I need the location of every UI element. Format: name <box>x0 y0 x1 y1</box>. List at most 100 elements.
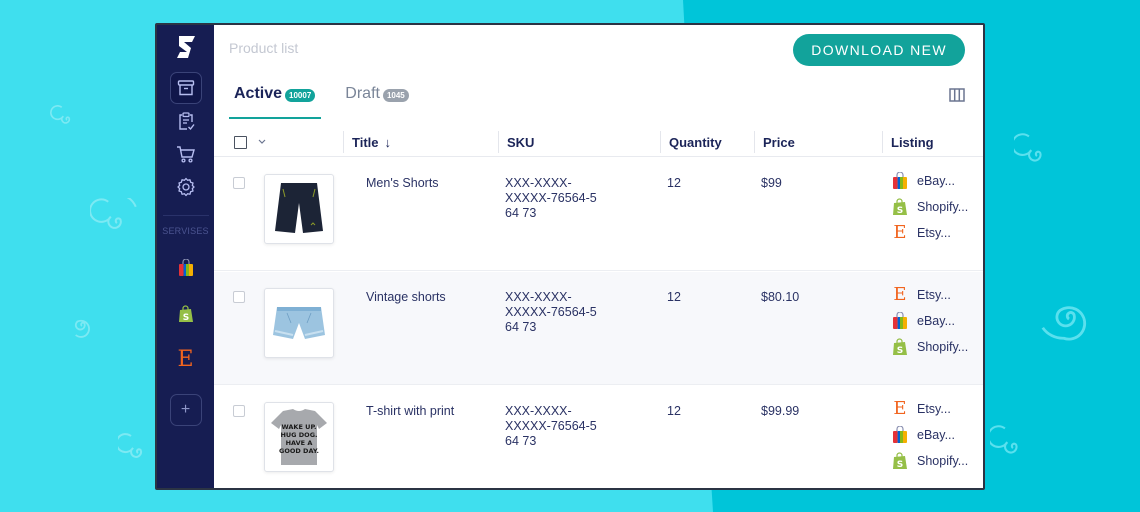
etsy-icon: E <box>893 284 907 305</box>
select-all-checkbox[interactable] <box>234 135 247 149</box>
sku-line: XXX-XXXX- <box>505 290 572 304</box>
listing-etsy[interactable]: E Etsy... <box>891 396 968 422</box>
cart-icon <box>176 146 195 163</box>
tab-draft[interactable]: Draft 1045 <box>343 85 410 119</box>
table-row[interactable]: WAKE UP. HUG DOG. HAVE A GOOD DAY. T-shi… <box>214 386 983 488</box>
etsy-icon: E <box>177 347 194 372</box>
listing-label: Shopify... <box>917 454 969 468</box>
tshirt-print-line: HUG DOG. <box>280 431 317 439</box>
column-label: Title <box>352 134 379 150</box>
count-badge: 10007 <box>285 89 316 102</box>
column-header-quantity[interactable]: Quantity <box>660 131 722 153</box>
svg-text:S: S <box>897 460 903 470</box>
count-badge: 1045 <box>382 89 409 102</box>
download-new-button[interactable]: DOWNLOAD NEW <box>793 34 965 66</box>
product-quantity: 12 <box>667 176 681 190</box>
listing-label: eBay... <box>917 314 955 328</box>
ebay-bag-icon <box>893 426 907 443</box>
sku-line: XXX-XXXX- <box>505 404 572 418</box>
tab-active[interactable]: Active 10007 <box>228 85 322 119</box>
sku-line: XXXXX-76564-5 <box>505 305 597 319</box>
service-ebay[interactable] <box>174 256 198 280</box>
product-quantity: 12 <box>667 290 681 304</box>
table-row[interactable]: Men's Shorts XXX-XXXX- XXXXX-76564-5 64 … <box>214 158 983 271</box>
listing-ebay[interactable]: eBay... <box>891 168 968 194</box>
listing-list: eBay... S Shopify... E Etsy... <box>891 168 968 246</box>
columns-icon[interactable] <box>949 88 965 102</box>
sidebar-item-orders[interactable] <box>170 105 202 137</box>
product-title[interactable]: Vintage shorts <box>366 290 446 305</box>
svg-text:S: S <box>897 206 903 216</box>
sidebar-item-products[interactable] <box>169 72 202 104</box>
sidebar: SERVISES S E + <box>157 25 214 488</box>
column-header-listing[interactable]: Listing <box>882 131 934 153</box>
service-shopify[interactable]: S <box>174 302 198 326</box>
swirl-decoration-icon <box>990 424 1036 472</box>
listing-list: E Etsy... eBay... S Shopify... <box>891 282 968 360</box>
product-price: $80.10 <box>761 290 800 304</box>
table-row[interactable]: Vintage shorts XXX-XXXX- XXXXX-76564-5 6… <box>214 272 983 385</box>
row-checkbox[interactable] <box>233 405 245 417</box>
main-content: Product list DOWNLOAD NEW Active 10007 D… <box>214 25 983 488</box>
product-image-gray-tshirt[interactable]: WAKE UP. HUG DOG. HAVE A GOOD DAY. <box>264 402 334 472</box>
service-etsy[interactable]: E <box>174 348 198 372</box>
add-service-button[interactable]: + <box>169 394 202 426</box>
sidebar-item-settings[interactable] <box>170 171 202 203</box>
clipboard-check-icon <box>178 112 195 131</box>
column-label: SKU <box>507 134 535 150</box>
select-all[interactable] <box>226 131 267 153</box>
listing-label: Etsy... <box>917 402 951 416</box>
swirl-decoration-icon <box>118 433 158 473</box>
tshirt-print-line: WAKE UP. <box>282 423 317 431</box>
listing-etsy[interactable]: E Etsy... <box>891 282 968 308</box>
product-image-black-shorts[interactable] <box>264 174 334 244</box>
table-header: Title ↓ SKU Quantity Price Listing <box>214 125 983 157</box>
sort-arrow-icon: ↓ <box>384 134 392 150</box>
page-title: Product list <box>229 40 299 56</box>
chevron-down-icon[interactable] <box>257 138 267 146</box>
sku-line: 64 73 <box>505 206 537 220</box>
listing-ebay[interactable]: eBay... <box>891 308 968 334</box>
column-header-price[interactable]: Price <box>754 131 795 153</box>
product-title[interactable]: Men's Shorts <box>366 176 439 191</box>
ebay-bag-icon <box>893 172 907 189</box>
listing-ebay[interactable]: eBay... <box>891 422 968 448</box>
gear-icon <box>176 177 195 197</box>
tab-label: Draft <box>345 85 380 102</box>
svg-text:S: S <box>182 313 188 323</box>
listing-shopify[interactable]: S Shopify... <box>891 448 968 474</box>
sidebar-item-cart[interactable] <box>170 138 202 170</box>
shopify-bag-icon: S <box>893 452 907 470</box>
product-price: $99 <box>761 176 782 190</box>
listing-label: eBay... <box>917 428 955 442</box>
swirl-decoration-icon <box>64 308 100 344</box>
column-header-sku[interactable]: SKU <box>498 131 534 153</box>
column-label: Quantity <box>669 134 722 150</box>
listing-label: Shopify... <box>917 200 969 214</box>
listing-label: eBay... <box>917 174 955 188</box>
listing-etsy[interactable]: E Etsy... <box>891 220 968 246</box>
row-checkbox[interactable] <box>233 291 245 303</box>
row-checkbox[interactable] <box>233 177 245 189</box>
listing-shopify[interactable]: S Shopify... <box>891 194 968 220</box>
swirl-decoration-icon <box>50 105 84 135</box>
etsy-icon: E <box>893 222 907 243</box>
sku-line: 64 73 <box>505 320 537 334</box>
listing-shopify[interactable]: S Shopify... <box>891 334 968 360</box>
column-label: Listing <box>891 134 934 150</box>
shopify-bag-icon: S <box>893 198 907 216</box>
product-sku: XXX-XXXX- XXXXX-76564-5 64 73 <box>505 176 615 221</box>
product-sku: XXX-XXXX- XXXXX-76564-5 64 73 <box>505 290 615 335</box>
tshirt-print-line: HAVE A <box>286 439 313 447</box>
listing-list: E Etsy... eBay... S Shopify... <box>891 396 968 474</box>
tab-bar: Active 10007 Draft 1045 <box>228 85 411 119</box>
services-label: SERVISES <box>162 226 209 236</box>
product-price: $99.99 <box>761 404 800 418</box>
column-header-title[interactable]: Title ↓ <box>343 131 391 153</box>
sku-line: XXXXX-76564-5 <box>505 419 597 433</box>
listing-label: Etsy... <box>917 288 951 302</box>
sku-line: 64 73 <box>505 434 537 448</box>
product-image-denim-shorts[interactable] <box>264 288 334 358</box>
app-logo[interactable] <box>175 35 197 59</box>
product-title[interactable]: T-shirt with print <box>366 404 454 419</box>
